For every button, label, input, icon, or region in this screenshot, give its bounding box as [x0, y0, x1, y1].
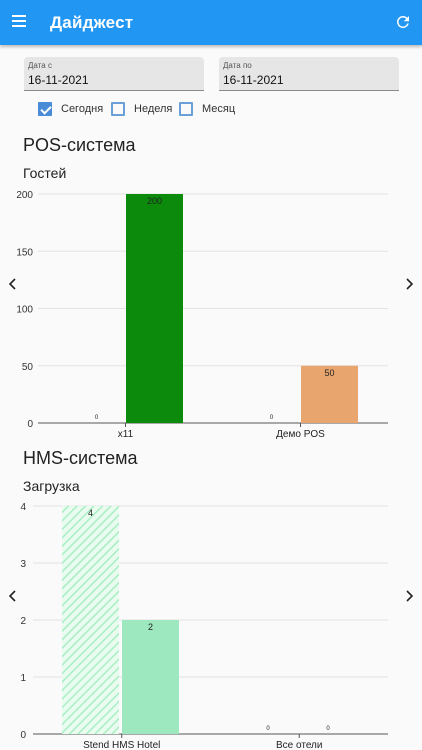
- y-tick-label: 150: [16, 247, 33, 258]
- y-tick-label: 100: [16, 305, 33, 316]
- data-label: 0: [270, 415, 274, 421]
- pos-metric-title: Гостей: [23, 165, 67, 181]
- date-from-value: 16-11-2021: [28, 73, 89, 87]
- checkbox-month-label: Месяц: [202, 103, 236, 115]
- checkbox-unchecked-icon[interactable]: [179, 102, 193, 116]
- chevron-right-icon[interactable]: [403, 589, 415, 603]
- y-tick-label: 0: [27, 419, 33, 430]
- hamburger-menu-icon[interactable]: [12, 12, 28, 32]
- checkbox-week[interactable]: Неделя: [111, 101, 172, 117]
- data-label: 0: [266, 726, 270, 732]
- pos-guests-chart: 0 50 100 150 200 x11 0 200 Демо POS 0 50: [16, 190, 388, 440]
- y-tick-label: 0: [20, 730, 26, 741]
- date-to-field[interactable]: Дата по 16-11-2021: [219, 57, 399, 91]
- checkbox-month[interactable]: Месяц: [179, 101, 235, 117]
- y-tick-label: 50: [22, 362, 34, 373]
- bar: [126, 194, 183, 423]
- data-label: 0: [326, 726, 330, 732]
- data-label: 0: [95, 415, 99, 421]
- chevron-right-icon[interactable]: [403, 277, 415, 291]
- data-label: 200: [147, 196, 162, 206]
- data-label: 4: [88, 508, 93, 518]
- hms-section-title: HMS-система: [23, 448, 138, 468]
- data-label: 2: [148, 622, 153, 632]
- x-tick-label: Демо POS: [276, 429, 325, 440]
- y-tick-label: 2: [20, 616, 26, 627]
- checkbox-unchecked-icon[interactable]: [111, 102, 125, 116]
- app-bar: Дайджест: [0, 0, 422, 45]
- chevron-left-icon[interactable]: [7, 589, 19, 603]
- bar: [62, 506, 119, 734]
- y-tick-label: 1: [20, 673, 26, 684]
- checkbox-today-label: Сегодня: [61, 103, 104, 115]
- y-tick-label: 4: [20, 502, 26, 513]
- checkbox-week-label: Неделя: [134, 103, 173, 115]
- date-to-value: 16-11-2021: [223, 73, 284, 87]
- data-label: 50: [324, 368, 334, 378]
- bar: [122, 620, 179, 734]
- y-tick-label: 3: [20, 559, 26, 570]
- x-tick-label: x11: [118, 429, 134, 440]
- date-from-field[interactable]: Дата с 16-11-2021: [24, 57, 204, 91]
- pos-section-title: POS-система: [23, 135, 136, 155]
- x-tick-label: Stend HMS Hotel: [83, 740, 160, 750]
- page-title: Дайджест: [50, 13, 134, 32]
- date-to-label: Дата по: [223, 61, 252, 70]
- x-tick-label: Все отели: [276, 740, 322, 750]
- checkbox-checked-icon[interactable]: [38, 102, 52, 116]
- hms-metric-title: Загрузка: [23, 478, 80, 494]
- checkbox-today[interactable]: Сегодня: [38, 101, 103, 117]
- date-from-label: Дата с: [28, 61, 52, 70]
- y-tick-label: 200: [16, 190, 33, 201]
- hms-load-chart: 0 1 2 3 4 Stend HMS Hotel 4 2 Все отели 0 0: [20, 502, 388, 750]
- refresh-icon[interactable]: [394, 13, 412, 31]
- chevron-left-icon[interactable]: [7, 277, 19, 291]
